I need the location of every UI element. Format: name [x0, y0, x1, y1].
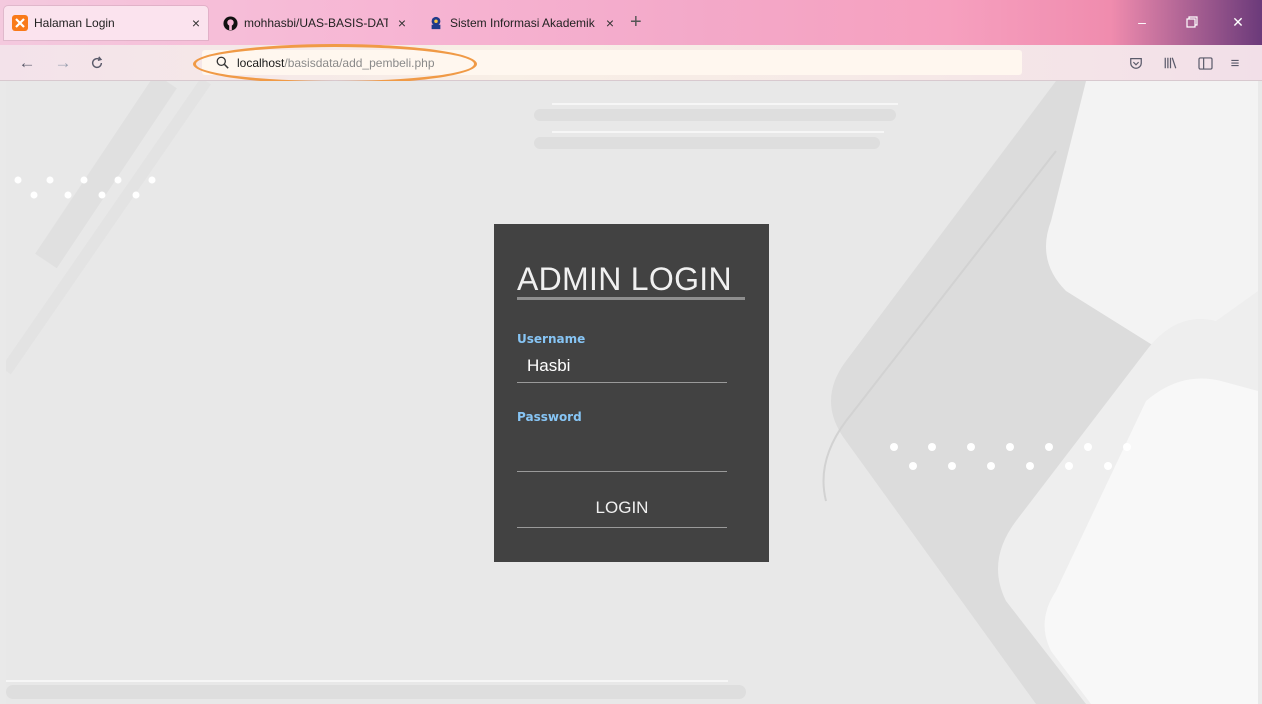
github-icon — [222, 15, 238, 31]
close-tab-icon[interactable]: × — [606, 15, 614, 31]
navigation-toolbar: ← → localhost/basisdata/add_pembeli.php … — [0, 45, 1262, 81]
login-title: ADMIN LOGIN — [517, 261, 732, 297]
page-viewport: ADMIN LOGIN Username Password LOGIN — [6, 81, 1258, 704]
forward-icon[interactable]: → — [50, 50, 76, 76]
url-host: localhost — [237, 55, 285, 70]
address-bar[interactable]: localhost/basisdata/add_pembeli.php — [202, 50, 1022, 75]
tab-github[interactable]: mohhasbi/UAS-BASIS-DATA- × — [214, 6, 414, 40]
tab-strip: Halaman Login × mohhasbi/UAS-BASIS-DATA-… — [0, 0, 1262, 45]
title-divider — [517, 297, 745, 300]
close-tab-icon[interactable]: × — [398, 15, 406, 31]
back-icon[interactable]: ← — [14, 50, 40, 76]
reload-icon[interactable] — [84, 50, 110, 76]
library-icon[interactable] — [1157, 50, 1183, 76]
new-tab-button[interactable]: + — [630, 10, 642, 34]
username-input[interactable] — [517, 349, 727, 383]
close-tab-icon[interactable]: × — [192, 15, 200, 31]
tab-title: Halaman Login — [34, 16, 115, 30]
search-icon — [216, 56, 229, 69]
pocket-icon[interactable] — [1123, 50, 1149, 76]
minimize-icon[interactable]: – — [1130, 10, 1154, 34]
tab-title: Sistem Informasi Akademik — [450, 16, 595, 30]
login-button[interactable]: LOGIN — [517, 488, 727, 528]
campus-icon — [428, 15, 444, 31]
close-window-icon[interactable]: ✕ — [1226, 10, 1250, 34]
restore-icon[interactable] — [1180, 10, 1204, 34]
password-label: Password — [517, 410, 582, 424]
tab-sistem-informasi[interactable]: Sistem Informasi Akademik × — [420, 6, 622, 40]
username-label: Username — [517, 332, 586, 346]
xampp-icon — [12, 15, 28, 31]
url-path: /basisdata/add_pembeli.php — [284, 55, 435, 70]
admin-login-form: ADMIN LOGIN Username Password LOGIN — [494, 224, 769, 562]
sidebar-icon[interactable] — [1192, 50, 1218, 76]
password-input[interactable] — [517, 438, 727, 472]
tab-halaman-login[interactable]: Halaman Login × — [4, 6, 208, 40]
tab-title: mohhasbi/UAS-BASIS-DATA- — [244, 16, 388, 30]
menu-icon[interactable]: ≡ — [1222, 50, 1248, 76]
